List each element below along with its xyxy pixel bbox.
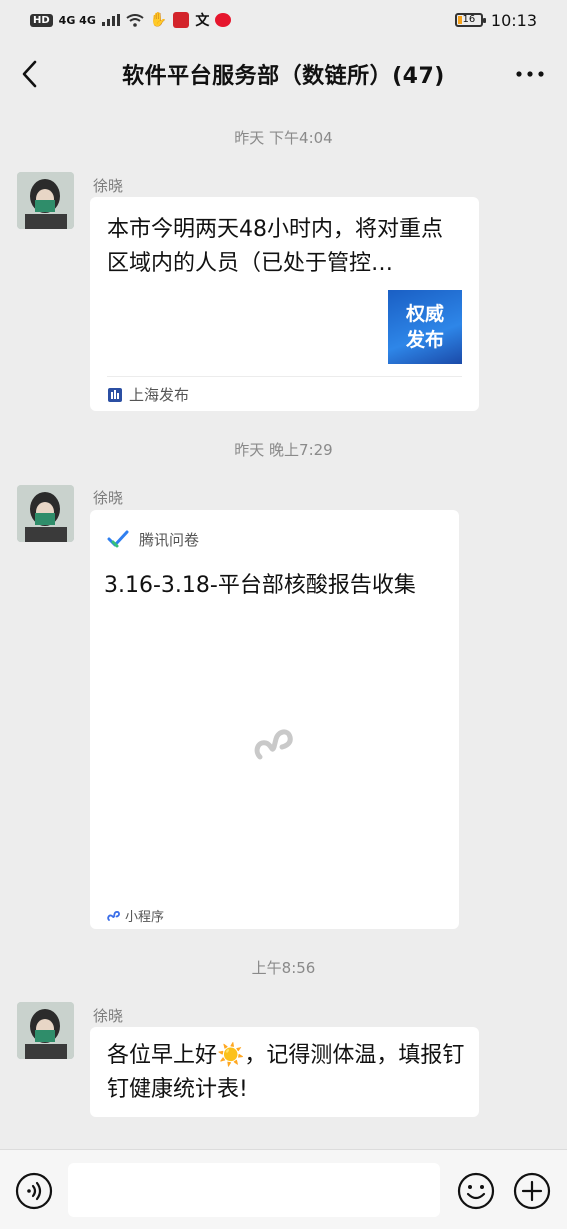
hand-icon: ✋ <box>149 12 168 28</box>
app-badge-icon <box>173 12 190 28</box>
message-input[interactable] <box>68 1163 440 1217</box>
sender-name: 徐晓 <box>93 489 124 507</box>
sender-name: 徐晓 <box>93 177 124 195</box>
chat-title: 软件平台服务部（数链所）(47) <box>122 64 445 89</box>
chat-header: 软件平台服务部（数链所）(47) <box>0 42 567 106</box>
news-thumbnail: 权威 发布 <box>388 290 462 364</box>
thumb-text-1: 权威 <box>405 303 444 325</box>
avatar-image-icon <box>17 485 74 542</box>
status-bar: HD 4G 4G ✋ 文 16 10:13 <box>0 0 567 40</box>
mini-program-placeholder <box>252 723 296 771</box>
hd-icon: HD <box>30 13 53 27</box>
weibo-icon <box>215 13 232 27</box>
mini-program-card[interactable]: 腾讯问卷 3.16-3.18-平台部核酸报告收集 小程序 <box>90 510 459 929</box>
timestamp: 昨天 晚上7:29 <box>234 441 333 459</box>
news-card[interactable]: 本市今明两天48小时内，将对重点区域内的人员（已处于管控… 权威 发布 上海发布 <box>90 197 479 411</box>
avatar[interactable] <box>17 172 74 229</box>
thumb-text-2: 发布 <box>405 329 444 351</box>
mini-program-logo-icon <box>254 729 293 760</box>
timestamp: 上午8:56 <box>251 959 316 977</box>
avatar[interactable] <box>17 1002 74 1059</box>
voice-icon <box>15 1172 53 1210</box>
avatar-image-icon <box>17 172 74 229</box>
timestamp: 昨天 下午4:04 <box>234 129 333 147</box>
translate-icon: 文 <box>195 13 210 29</box>
source-label: 上海发布 <box>129 386 190 404</box>
status-right: 16 10:13 <box>454 10 537 30</box>
clock: 10:13 <box>490 10 537 30</box>
emoji-icon <box>457 1172 495 1210</box>
chevron-left-icon <box>22 60 37 88</box>
wifi-icon <box>126 13 144 27</box>
avatar[interactable] <box>17 485 74 542</box>
avatar-image-icon <box>17 1002 74 1059</box>
mini-program-header: 腾讯问卷 <box>107 528 199 550</box>
voice-button[interactable] <box>15 1172 53 1210</box>
signal-indicators: 4G 4G <box>58 13 96 27</box>
sender-name: 徐晓 <box>93 1007 124 1025</box>
mini-program-app-name: 腾讯问卷 <box>139 530 200 549</box>
mini-program-footer: 小程序 <box>107 906 164 925</box>
battery-icon: 16 <box>454 13 486 27</box>
mini-program-title: 3.16-3.18-平台部核酸报告收集 <box>104 573 416 598</box>
news-source: 上海发布 <box>107 384 189 405</box>
battery-level: 16 <box>462 14 476 25</box>
text-message-bubble[interactable]: 各位早上好☀️，记得测体温，填报钉钉健康统计表! <box>90 1027 479 1117</box>
plus-button[interactable] <box>513 1172 551 1210</box>
shanghai-source-icon <box>108 387 122 402</box>
more-button[interactable] <box>515 62 545 86</box>
plus-icon <box>513 1172 551 1210</box>
signal-icon <box>101 14 120 26</box>
emoji-button[interactable] <box>457 1172 495 1210</box>
status-left: HD 4G 4G ✋ 文 <box>30 10 232 30</box>
more-dots-icon <box>516 71 544 77</box>
message-text: 各位早上好☀️，记得测体温，填报钉钉健康统计表! <box>107 1043 465 1102</box>
mini-program-label: 小程序 <box>125 910 165 925</box>
mini-program-small-icon <box>107 910 120 921</box>
back-button[interactable] <box>14 56 44 92</box>
card-divider <box>107 376 462 377</box>
input-bar <box>0 1149 567 1229</box>
news-summary: 本市今明两天48小时内，将对重点区域内的人员（已处于管控… <box>107 217 443 276</box>
tencent-survey-icon <box>107 530 129 548</box>
